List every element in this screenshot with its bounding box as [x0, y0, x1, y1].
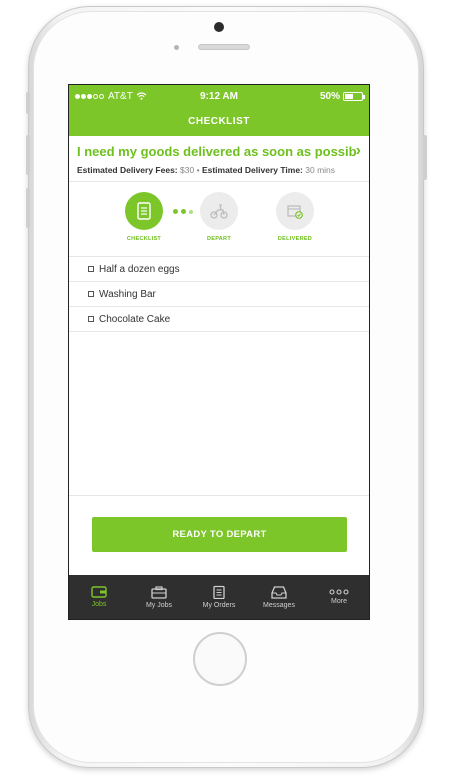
proximity-sensor [174, 45, 179, 50]
volume-down-button [26, 188, 30, 228]
tab-messages[interactable]: Messages [249, 575, 309, 619]
status-bar: AT&T 9:12 AM 50% [69, 85, 369, 107]
tab-label-more: More [331, 598, 347, 605]
item-label: Chocolate Cake [99, 313, 171, 325]
step-checklist: CHECKLIST [114, 192, 174, 242]
tab-my-jobs[interactable]: My Jobs [129, 575, 189, 619]
briefcase-icon [151, 585, 167, 599]
tab-jobs[interactable]: Jobs [69, 575, 129, 619]
scooter-icon [200, 192, 238, 230]
checklist-item[interactable]: Half a dozen eggs [69, 257, 369, 282]
tab-more[interactable]: More [309, 575, 369, 619]
time-value: 30 mins [305, 165, 336, 175]
tab-label-my-jobs: My Jobs [145, 601, 173, 609]
step-depart: DEPART [189, 192, 249, 242]
tab-label-messages: Messages [263, 601, 295, 609]
time-label: Estimated Delivery Time: [201, 165, 303, 175]
more-dots-icon [329, 589, 349, 595]
fee-label: Estimated Delivery Fees: [77, 165, 178, 175]
item-label: Washing Bar [99, 288, 156, 300]
job-title: I need my goods delivered as soon as pos… [77, 143, 356, 159]
app-screen: AT&T 9:12 AM 50% CHECKLIST I need my goo… [68, 84, 370, 620]
checklist-icon [125, 192, 163, 230]
tab-bar: Jobs My Jobs My Orders Messages More [69, 575, 369, 619]
page-title: CHECKLIST [69, 107, 369, 136]
earpiece-speaker [198, 44, 250, 50]
chevron-right-icon[interactable]: › [356, 142, 361, 160]
step-label-checklist: CHECKLIST [126, 236, 162, 242]
step-label-delivered: DELIVERED [277, 236, 313, 242]
ready-to-depart-button[interactable]: READY TO DEPART [92, 517, 347, 552]
inbox-icon [271, 585, 287, 599]
item-checkbox[interactable] [88, 291, 94, 297]
progress-steps: CHECKLIST DEPART DELIVERED [69, 182, 369, 257]
item-checkbox[interactable] [88, 316, 94, 322]
tab-label-my-orders: My Orders [202, 602, 236, 609]
clipboard-icon [213, 585, 225, 599]
mute-switch [26, 92, 30, 114]
item-label: Half a dozen eggs [99, 263, 180, 275]
battery-icon [343, 91, 365, 101]
wallet-icon [91, 586, 107, 598]
tab-label-jobs: Jobs [91, 601, 107, 608]
checklist-item[interactable]: Washing Bar [69, 282, 369, 307]
fee-value: $30 [180, 165, 195, 175]
volume-up-button [26, 135, 30, 175]
step-label-depart: DEPART [206, 236, 231, 242]
job-summary[interactable]: I need my goods delivered as soon as pos… [69, 136, 369, 182]
power-button [423, 135, 427, 180]
item-checkbox[interactable] [88, 266, 94, 272]
step-delivered: DELIVERED [265, 192, 325, 242]
front-camera [214, 22, 224, 32]
meta-separator: • [196, 165, 200, 175]
tab-my-orders[interactable]: My Orders [189, 575, 249, 619]
delivered-box-icon [276, 192, 314, 230]
checklist-item[interactable]: Chocolate Cake [69, 307, 369, 332]
action-area: READY TO DEPART [69, 495, 369, 576]
status-time: 9:12 AM [200, 90, 238, 102]
home-button[interactable] [193, 632, 247, 686]
